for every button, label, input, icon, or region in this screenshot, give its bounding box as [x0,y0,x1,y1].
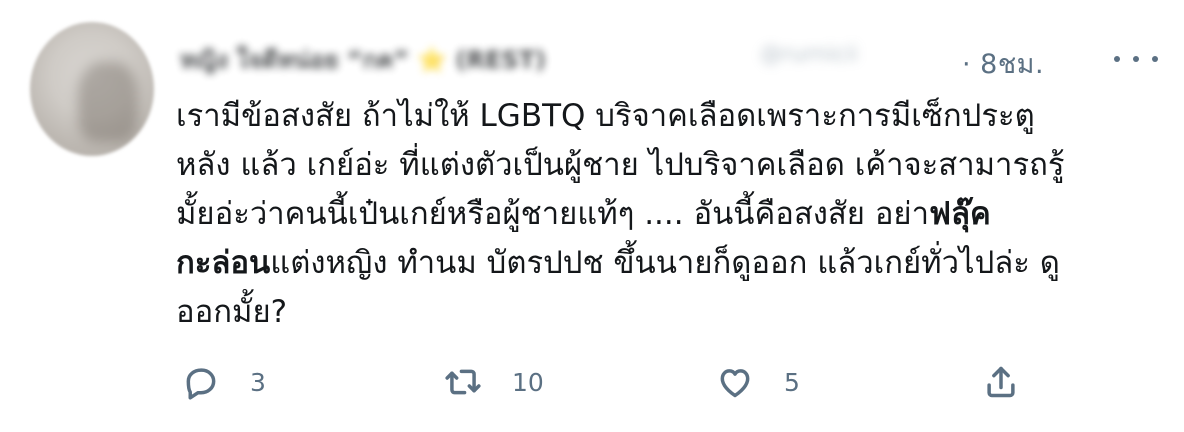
tweet-card[interactable]: หญิง ใจดีหน่อย “กค” ⭐ (REST) @rurnicii ·… [0,0,1184,432]
retweet-icon [445,369,481,395]
reply-icon [186,368,216,400]
like-count: 5 [784,367,800,397]
tweet-line: แต่งหญิง ทำนม บัตรปปช ขึ้นนายก็ดูออก แล้… [270,245,1060,281]
share-button[interactable] [982,352,1020,412]
avatar[interactable] [30,22,154,156]
tweet-line: ออกมั้ย? [176,294,288,330]
retweet-count: 10 [512,367,544,397]
tweet-line: เรามีข้อสงสัย ถ้าไม่ให้ LGBTQ บริจาคเลือ… [176,98,1035,134]
heart-icon [720,369,750,398]
more-dot-icon [1152,56,1158,62]
tweet-bold-text: กะล่อน [176,245,271,281]
reply-count: 3 [250,367,266,397]
tweet-line: หลัง แล้ว เกย์อ่ะ ที่แต่งตัวเป็นผู้ชาย ไ… [176,147,1065,183]
author-handle[interactable]: @rurnicii [760,42,858,67]
tweet-timestamp[interactable]: · 8ชม. [962,42,1044,85]
retweet-button[interactable]: 10 [444,352,544,412]
avatar-photo [78,62,138,142]
tweet-line: มั้ยอ่ะว่าคนนี้เป๋นเกย์หรือผู้ชายแท้ๆ ..… [176,196,930,232]
more-options-button[interactable] [1114,44,1158,74]
share-icon [987,366,1015,398]
tweet-bold-text: ฟลุ๊ค [929,196,991,232]
more-dot-icon [1133,56,1139,62]
author-display-name[interactable]: หญิง ใจดีหน่อย “กค” ⭐ (REST) [180,40,546,79]
reply-button[interactable]: 3 [182,352,266,412]
tweet-actions: 3 10 5 [176,352,1166,412]
like-button[interactable]: 5 [716,352,800,412]
tweet-text: เรามีข้อสงสัย ถ้าไม่ให้ LGBTQ บริจาคเลือ… [176,92,1166,337]
more-dot-icon [1114,56,1120,62]
tweet-header: หญิง ใจดีหน่อย “กค” ⭐ (REST) @rurnicii [180,36,1040,82]
